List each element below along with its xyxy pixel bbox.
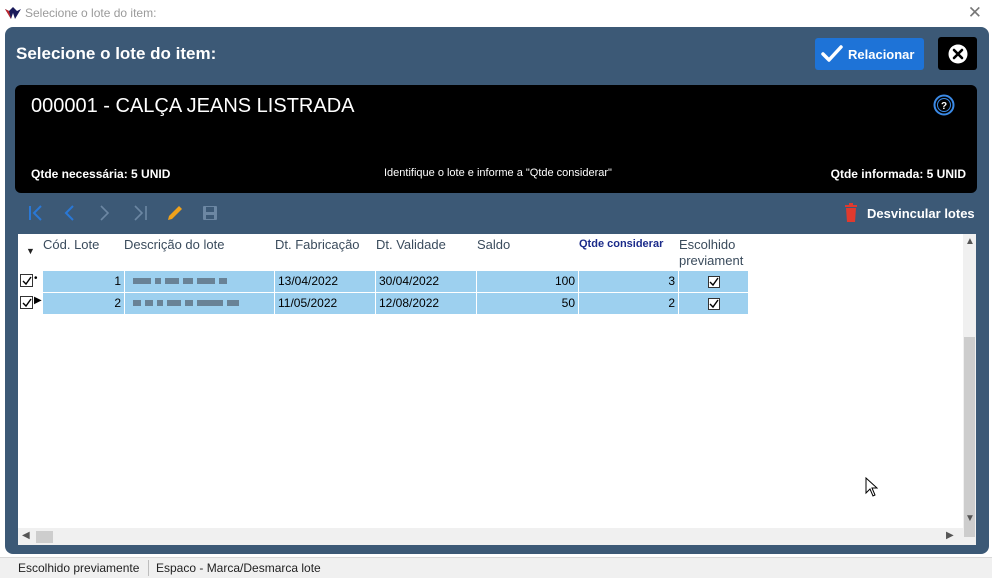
row-select-checkbox[interactable] bbox=[20, 296, 33, 309]
next-record-button[interactable] bbox=[93, 202, 115, 224]
col-header-fabricacao[interactable]: Dt. Fabricação bbox=[275, 237, 360, 252]
vertical-scroll-thumb[interactable] bbox=[964, 337, 975, 537]
app-logo-icon bbox=[5, 7, 21, 19]
col-header-saldo[interactable]: Saldo bbox=[477, 237, 510, 252]
col-header-descricao[interactable]: Descrição do lote bbox=[124, 237, 224, 252]
table-row[interactable]: • 1 13/04/2022 30/04/2022 100 3 bbox=[18, 271, 749, 292]
status-escolhido: Escolhido previamente bbox=[18, 561, 140, 575]
item-info-panel: 000001 - CALÇA JEANS LISTRADA ? Qtde nec… bbox=[15, 85, 977, 193]
col-header-escolhido[interactable]: Escolhido previament bbox=[679, 237, 751, 269]
item-name: 000001 - CALÇA JEANS LISTRADA bbox=[31, 95, 355, 117]
cell-fabricacao[interactable]: 11/05/2022 bbox=[275, 293, 376, 314]
last-record-button[interactable] bbox=[129, 202, 151, 224]
cell-validade[interactable]: 30/04/2022 bbox=[376, 271, 477, 292]
dialog-title: Selecione o lote do item: bbox=[16, 44, 217, 63]
window-title: Selecione o lote do item: bbox=[25, 6, 157, 20]
grid-header: ▼ Cód. Lote Descrição do lote Dt. Fabric… bbox=[18, 234, 748, 270]
cell-descricao-redacted[interactable] bbox=[125, 293, 275, 314]
cell-validade[interactable]: 12/08/2022 bbox=[376, 293, 477, 314]
qtde-informada: Qtde informada: 5 UNID bbox=[830, 167, 966, 181]
previous-record-button[interactable] bbox=[59, 202, 81, 224]
checkmark-icon bbox=[22, 298, 32, 307]
close-dialog-button[interactable] bbox=[938, 37, 977, 70]
mouse-cursor-icon bbox=[865, 477, 878, 497]
cell-saldo[interactable]: 100 bbox=[477, 271, 579, 292]
vertical-scrollbar[interactable]: ▲ ▼ bbox=[963, 234, 976, 545]
relacionar-label: Relacionar bbox=[848, 46, 915, 62]
window-close-icon[interactable]: ✕ bbox=[968, 3, 982, 23]
lots-grid: ▼ Cód. Lote Descrição do lote Dt. Fabric… bbox=[18, 234, 976, 545]
cell-escolhido[interactable] bbox=[679, 271, 749, 292]
cell-cod-lote[interactable]: 2 bbox=[43, 293, 125, 314]
col-header-validade[interactable]: Dt. Validade bbox=[376, 237, 446, 252]
scroll-up-icon[interactable]: ▲ bbox=[965, 236, 975, 247]
qtde-necessaria: Qtde necessária: 5 UNID bbox=[31, 167, 171, 181]
svg-text:?: ? bbox=[941, 101, 947, 112]
relacionar-button[interactable]: Relacionar bbox=[815, 38, 924, 70]
cell-escolhido[interactable] bbox=[679, 293, 749, 314]
cell-qtde-considerar[interactable]: 2 bbox=[579, 293, 679, 314]
lot-selection-dialog: Selecione o lote do item: Relacionar 000… bbox=[5, 27, 989, 554]
trash-icon bbox=[845, 203, 857, 222]
table-row[interactable]: ▶ 2 11/05/2022 12/08/2022 50 2 bbox=[18, 293, 749, 314]
status-divider bbox=[148, 560, 149, 576]
first-icon bbox=[29, 205, 42, 221]
cell-cod-lote[interactable]: 1 bbox=[43, 271, 125, 292]
status-shortcut-hint: Espaco - Marca/Desmarca lote bbox=[156, 561, 321, 575]
close-circle-icon bbox=[948, 44, 967, 63]
status-bar: Escolhido previamente Espaco - Marca/Des… bbox=[0, 557, 992, 578]
save-button[interactable] bbox=[199, 202, 221, 224]
escolhido-checkbox[interactable] bbox=[707, 297, 720, 310]
checkmark-icon bbox=[22, 276, 32, 285]
previous-icon bbox=[64, 205, 74, 221]
scroll-left-icon[interactable]: ◀ bbox=[22, 530, 30, 541]
sort-indicator-icon[interactable]: ▼ bbox=[26, 246, 35, 256]
desvincular-lotes-button[interactable]: Desvincular lotes bbox=[843, 203, 975, 223]
desvincular-label: Desvincular lotes bbox=[867, 205, 975, 221]
pencil-icon bbox=[168, 206, 182, 220]
window-titlebar: Selecione o lote do item: ✕ bbox=[0, 0, 992, 27]
cell-descricao-redacted[interactable] bbox=[125, 271, 275, 292]
next-icon bbox=[100, 205, 110, 221]
row-dot-indicator: • bbox=[34, 273, 38, 284]
scroll-right-icon[interactable]: ▶ bbox=[946, 530, 954, 541]
escolhido-checkbox[interactable] bbox=[707, 275, 720, 288]
horizontal-scroll-thumb[interactable] bbox=[36, 531, 53, 543]
help-icon[interactable]: ? bbox=[933, 94, 955, 116]
row-select-checkbox[interactable] bbox=[20, 274, 33, 287]
cell-saldo[interactable]: 50 bbox=[477, 293, 579, 314]
row-current-indicator-icon: ▶ bbox=[34, 295, 42, 306]
checkmark-icon bbox=[709, 299, 719, 308]
checkmark-icon bbox=[709, 277, 719, 286]
scroll-down-icon[interactable]: ▼ bbox=[965, 513, 975, 524]
first-record-button[interactable] bbox=[25, 202, 47, 224]
horizontal-scrollbar[interactable]: ◀ ▶ bbox=[18, 528, 963, 545]
col-header-qtde-considerar[interactable]: Qtde considerar bbox=[579, 238, 663, 250]
col-header-cod-lote[interactable]: Cód. Lote bbox=[43, 237, 99, 252]
cell-qtde-considerar[interactable]: 3 bbox=[579, 271, 679, 292]
checkmark-icon bbox=[821, 45, 843, 62]
save-icon bbox=[203, 206, 217, 220]
cell-fabricacao[interactable]: 13/04/2022 bbox=[275, 271, 376, 292]
edit-button[interactable] bbox=[164, 202, 186, 224]
instruction-hint: Identifique o lote e informe a "Qtde con… bbox=[384, 167, 612, 179]
last-icon bbox=[134, 205, 147, 221]
